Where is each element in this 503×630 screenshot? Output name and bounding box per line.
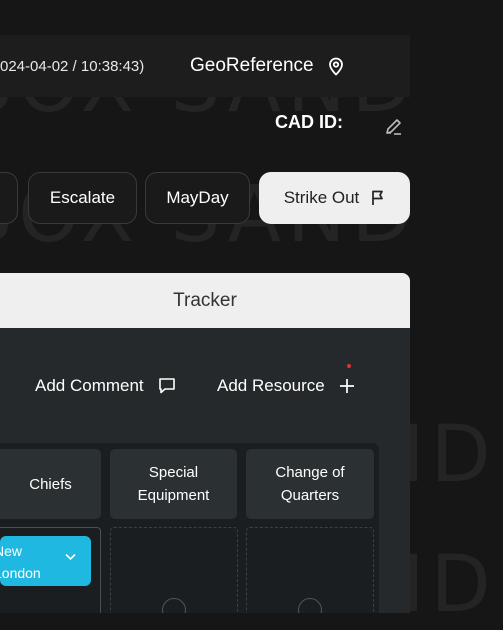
tracker-title: Tracker <box>173 289 237 311</box>
column-header-change-of-quarters: Change of Quarters <box>246 449 374 519</box>
plus-icon <box>339 379 354 393</box>
column-header-label: Special Equipment <box>137 464 210 504</box>
mayday-label: MayDay <box>166 188 229 207</box>
edit-pencil-icon[interactable] <box>384 117 403 136</box>
add-resource-label: Add Resource <box>217 376 325 395</box>
strike-out-button[interactable]: Strike Out <box>259 172 410 224</box>
chevron-down-icon[interactable] <box>65 553 76 561</box>
cad-id-label: CAD ID: <box>275 112 343 132</box>
partial-action-button[interactable] <box>0 172 18 224</box>
column-header-label: Change of Quarters <box>275 464 345 504</box>
mayday-button[interactable]: MayDay <box>145 172 250 224</box>
add-comment-button[interactable]: Add Comment <box>35 376 176 396</box>
flag-icon <box>372 190 384 205</box>
comment-icon <box>158 378 175 394</box>
georeference-label: GeoReference <box>190 55 314 76</box>
escalate-button[interactable]: Escalate <box>28 172 137 224</box>
resource-board: Chiefs Special Equipment Change of Quart… <box>0 443 379 613</box>
column-header-chiefs: Chiefs <box>0 449 101 519</box>
notification-dot <box>347 364 351 368</box>
tracker-header: Tracker <box>0 273 410 328</box>
add-comment-label: Add Comment <box>35 376 144 395</box>
add-resource-button[interactable]: Add Resource <box>217 376 355 396</box>
resource-card-label: New London <box>0 543 41 581</box>
georeference-link[interactable]: GeoReference <box>190 55 344 77</box>
strike-out-label: Strike Out <box>283 188 360 207</box>
escalate-label: Escalate <box>49 188 116 207</box>
incident-timestamp: 024-04-02 / 10:38:43) <box>0 58 145 75</box>
map-pin-icon <box>328 57 343 76</box>
tracker-panel: Tracker Add Comment Add Resource Chiefs … <box>0 273 410 613</box>
resource-card[interactable]: New London <box>0 536 91 586</box>
column-header-special-equipment: Special Equipment <box>110 449 237 519</box>
column-header-label: Chiefs <box>29 475 72 493</box>
